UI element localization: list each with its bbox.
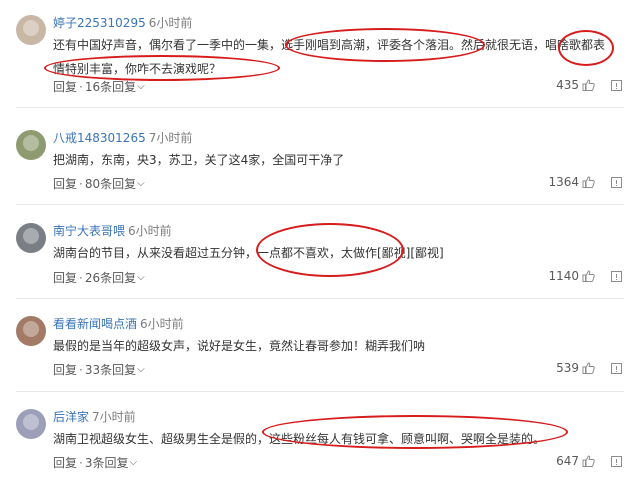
report-icon[interactable]: [611, 455, 622, 467]
reply-button[interactable]: 回复: [53, 176, 77, 192]
separator: ·: [79, 270, 83, 285]
comment-actions: 回复 · 3条回复⌵: [53, 454, 137, 471]
chevron-down-icon[interactable]: ⌵: [137, 362, 145, 378]
comment-actions: 回复 · 33条回复⌵: [53, 361, 145, 378]
report-icon[interactable]: [611, 270, 622, 282]
like-count: 1140: [548, 269, 579, 283]
annotation-ellipse: [44, 55, 280, 81]
reply-button[interactable]: 回复: [53, 455, 77, 471]
comment-meta: 后洋家 7小时前: [53, 409, 136, 425]
replies-toggle[interactable]: 16条回复: [85, 79, 136, 95]
comment-meta: 婷子225310295 6小时前: [53, 15, 192, 31]
thumbs-up-icon[interactable]: [582, 455, 595, 467]
annotation-ellipse: [256, 223, 404, 277]
comment-stats: 539: [556, 359, 622, 377]
comment-item: 后洋家 7小时前 湖南卫视超级女生、超级男生全是假的，这些粉丝每人有钱可拿、顾意叫…: [0, 399, 640, 496]
comment-text: 最假的是当年的超级女声，说好是女生，竟然让春哥参加！糊弄我们呐: [53, 339, 426, 353]
like-count: 647: [556, 454, 579, 468]
reply-button[interactable]: 回复: [53, 79, 77, 95]
username[interactable]: 南宁大表哥喂: [53, 224, 125, 238]
reply-button[interactable]: 回复: [53, 270, 77, 286]
like-count: 1364: [548, 175, 579, 189]
comment-stats: 435: [556, 76, 622, 94]
divider: [16, 391, 624, 392]
annotation-ellipse: [558, 30, 614, 66]
chevron-down-icon[interactable]: ⌵: [137, 270, 145, 286]
avatar[interactable]: [16, 316, 46, 346]
username[interactable]: 看看新闻喝点酒: [53, 317, 137, 331]
username[interactable]: 后洋家: [53, 410, 89, 424]
timestamp: 6小时前: [128, 224, 172, 238]
separator: ·: [79, 455, 83, 470]
comment-actions: 回复 · 80条回复⌵: [53, 175, 145, 192]
avatar[interactable]: [16, 15, 46, 45]
separator: ·: [79, 176, 83, 191]
separator: ·: [79, 362, 83, 377]
comment-stats: 647: [556, 452, 622, 470]
comment-stats: 1140: [548, 267, 622, 285]
reply-button[interactable]: 回复: [53, 362, 77, 378]
comment-stats: 1364: [548, 173, 622, 191]
annotation-ellipse: [262, 415, 568, 449]
chevron-down-icon[interactable]: ⌵: [137, 176, 145, 192]
like-count: 435: [556, 78, 579, 92]
separator: ·: [79, 79, 83, 94]
annotation-ellipse: [285, 28, 485, 62]
comment-actions: 回复 · 26条回复⌵: [53, 269, 145, 286]
comment-item: 看看新闻喝点酒 6小时前 最假的是当年的超级女声，说好是女生，竟然让春哥参加！糊弄…: [0, 306, 640, 403]
timestamp: 6小时前: [140, 317, 184, 331]
thumbs-up-icon[interactable]: [582, 270, 595, 282]
username[interactable]: 婷子225310295: [53, 16, 146, 30]
like-count: 539: [556, 361, 579, 375]
divider: [16, 107, 624, 108]
comment-item: 八戒148301265 7小时前 把湖南，东南，央3，苏卫，关了这4家，全国可干净…: [0, 120, 640, 217]
comment-meta: 八戒148301265 7小时前: [53, 130, 192, 146]
timestamp: 7小时前: [148, 131, 193, 145]
chevron-down-icon[interactable]: ⌵: [129, 455, 137, 471]
thumbs-up-icon[interactable]: [582, 362, 595, 374]
thumbs-up-icon[interactable]: [582, 176, 595, 188]
divider: [16, 298, 624, 299]
report-icon[interactable]: [611, 362, 622, 374]
avatar[interactable]: [16, 130, 46, 160]
comment-text: 把湖南，东南，央3，苏卫，关了这4家，全国可干净了: [53, 153, 345, 167]
timestamp: 6小时前: [148, 16, 193, 30]
replies-toggle[interactable]: 33条回复: [85, 362, 136, 378]
avatar[interactable]: [16, 223, 46, 253]
replies-toggle[interactable]: 3条回复: [85, 455, 129, 471]
replies-toggle[interactable]: 26条回复: [85, 270, 136, 286]
timestamp: 7小时前: [92, 410, 136, 424]
replies-toggle[interactable]: 80条回复: [85, 176, 136, 192]
thumbs-up-icon[interactable]: [582, 79, 595, 91]
chevron-down-icon[interactable]: ⌵: [137, 79, 145, 95]
username[interactable]: 八戒148301265: [53, 131, 146, 145]
report-icon[interactable]: [611, 79, 622, 91]
avatar[interactable]: [16, 409, 46, 439]
report-icon[interactable]: [611, 176, 622, 188]
comment-meta: 南宁大表哥喂 6小时前: [53, 223, 172, 239]
comment-meta: 看看新闻喝点酒 6小时前: [53, 316, 184, 332]
divider: [16, 204, 624, 205]
